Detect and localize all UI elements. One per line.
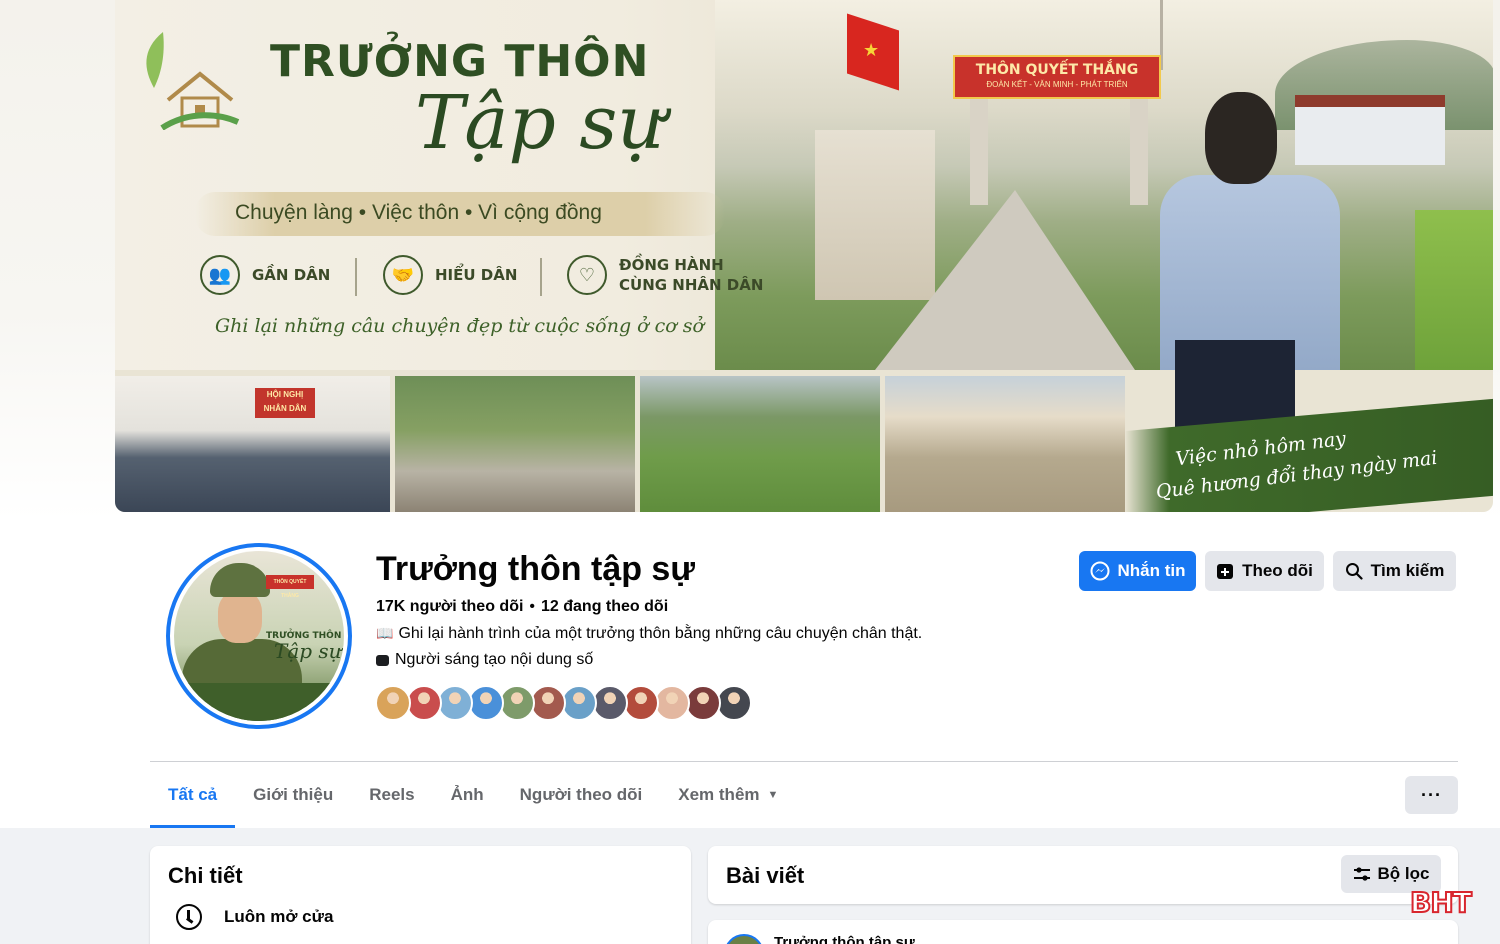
- follow-stats: 17K người theo dõi • 12 đang theo dõi: [376, 598, 668, 616]
- people-group-icon: 👥: [200, 255, 240, 295]
- photo-cultural-house: [885, 376, 1125, 512]
- pillar-divider: [355, 258, 357, 296]
- tab-label: Tất cả: [168, 785, 218, 804]
- tab-label: Xem thêm: [678, 785, 760, 804]
- avatar-image: THÔN QUYẾT THẮNG TRƯỞNG THÔN Tập sự: [174, 551, 344, 721]
- village-gate-sign: THÔN QUYẾT THẮNG ĐOÀN KẾT - VĂN MINH - P…: [953, 55, 1161, 99]
- follower-avatar[interactable]: [561, 685, 597, 721]
- follower-avatar[interactable]: [592, 685, 628, 721]
- followers-count[interactable]: 17K người theo dõi: [376, 598, 523, 615]
- tab-label: Ảnh: [450, 785, 484, 804]
- follower-avatar[interactable]: [530, 685, 566, 721]
- tab-all[interactable]: Tất cả: [150, 762, 236, 828]
- flag-star-icon: ★: [863, 40, 880, 60]
- tab-see-more[interactable]: Xem thêm ▼: [660, 762, 796, 828]
- follow-button[interactable]: Theo dõi: [1205, 551, 1324, 591]
- photo-village-aerial: [640, 376, 880, 512]
- photo-road-work: [395, 376, 635, 512]
- handshake-icon: 🤝: [383, 255, 423, 295]
- tab-label: Giới thiệu: [253, 785, 334, 804]
- pillar-label: ĐỒNG HÀNH CÙNG NHÂN DÂN: [619, 256, 764, 294]
- message-button-label: Nhắn tin: [1117, 561, 1186, 580]
- filter-sliders-icon: [1353, 867, 1370, 881]
- cover-tagline: Chuyện làng • Việc thôn • Vì cộng đồng: [235, 201, 602, 224]
- cover-rice-field: [1415, 210, 1493, 370]
- heart-hands-icon: ♡: [567, 255, 607, 295]
- camera-icon: [376, 654, 389, 666]
- follower-avatar[interactable]: [437, 685, 473, 721]
- gate-sign-title: THÔN QUYẾT THẮNG: [975, 62, 1139, 78]
- avatar-face: [218, 591, 262, 643]
- follower-avatars[interactable]: [375, 685, 752, 721]
- category: Người sáng tạo nội dung số: [376, 651, 593, 669]
- search-button-label: Tìm kiếm: [1370, 561, 1445, 580]
- pillar-hieu-dan: 🤝 HIỂU DÂN: [383, 255, 517, 295]
- cover-man-head: [1205, 92, 1277, 184]
- house-logo-icon: [160, 71, 240, 130]
- filter-button-label: Bộ lọc: [1377, 864, 1430, 883]
- caret-down-icon: ▼: [767, 789, 779, 801]
- search-icon: [1345, 563, 1363, 580]
- clock-icon: [176, 904, 202, 930]
- avatar-footer: [174, 683, 344, 721]
- tab-reels[interactable]: Reels: [351, 762, 432, 828]
- message-button[interactable]: Nhắn tin: [1079, 551, 1196, 591]
- follower-avatar[interactable]: [499, 685, 535, 721]
- photo-meeting: HỘI NGHỊ NHÂN DÂN: [115, 376, 390, 512]
- more-options-button[interactable]: ···: [1405, 776, 1458, 814]
- cover-house: [1295, 95, 1445, 165]
- follow-button-label: Theo dõi: [1242, 561, 1313, 580]
- bio: 📖 Ghi lại hành trình của một trưởng thôn …: [376, 625, 922, 643]
- hours-text: Luôn mở cửa: [224, 907, 334, 926]
- follower-avatar[interactable]: [654, 685, 690, 721]
- pillar-label: GẦN DÂN: [252, 266, 331, 284]
- hours-row: Luôn mở cửa: [176, 904, 333, 930]
- tab-about[interactable]: Giới thiệu: [235, 762, 351, 828]
- pillar-gan-dan: 👥 GẦN DÂN: [200, 255, 330, 295]
- search-button[interactable]: Tìm kiếm: [1333, 551, 1456, 591]
- cover-title-script: Tập sự: [415, 80, 666, 166]
- bio-text: Ghi lại hành trình của một trưởng thôn b…: [398, 625, 923, 642]
- details-card: Chi tiết Luôn mở cửa: [150, 846, 691, 944]
- post-author-avatar[interactable]: [724, 934, 764, 944]
- cover-slogan: Ghi lại những câu chuyện đẹp từ cuộc sốn…: [215, 315, 704, 337]
- gate-sign-subtitle: ĐOÀN KẾT - VĂN MINH - PHÁT TRIỂN: [986, 80, 1128, 89]
- follower-avatar[interactable]: [623, 685, 659, 721]
- avatar-title-script: Tập sự: [274, 639, 342, 663]
- cover-road: [875, 190, 1135, 370]
- cover-photo[interactable]: THÔN QUYẾT THẮNG ĐOÀN KẾT - VĂN MINH - P…: [115, 0, 1493, 512]
- meeting-banner: HỘI NGHỊ NHÂN DÂN: [255, 388, 315, 418]
- pillar-divider: [540, 258, 542, 296]
- messenger-icon: [1090, 561, 1109, 581]
- tab-label: Người theo dõi: [519, 785, 643, 804]
- pillar-label: HIỂU DÂN: [435, 266, 518, 284]
- follower-avatar[interactable]: [716, 685, 752, 721]
- tab-label: Reels: [369, 785, 415, 804]
- tab-photos[interactable]: Ảnh: [433, 762, 502, 828]
- post-card: Trưởng thôn tập sự: [708, 920, 1458, 944]
- category-text: Người sáng tạo nội dung số: [395, 651, 594, 668]
- tab-followers[interactable]: Người theo dõi: [502, 762, 661, 828]
- follower-avatar[interactable]: [406, 685, 442, 721]
- posts-title: Bài viết: [726, 863, 805, 888]
- watermark-logo: BHT: [1409, 885, 1473, 920]
- profile-avatar[interactable]: THÔN QUYẾT THẮNG TRƯỞNG THÔN Tập sự: [166, 543, 352, 729]
- follow-icon: [1217, 564, 1234, 579]
- page-title[interactable]: Trưởng thôn tập sự: [376, 550, 695, 589]
- book-icon: 📖: [376, 625, 394, 641]
- details-title: Chi tiết: [168, 863, 243, 888]
- pillar-dong-hanh: ♡ ĐỒNG HÀNH CÙNG NHÂN DÂN: [567, 255, 763, 295]
- dot-separator: •: [529, 598, 536, 615]
- following-count[interactable]: 12 đang theo dõi: [541, 598, 668, 615]
- follower-avatar[interactable]: [375, 685, 411, 721]
- posts-header-card: Bài viết Bộ lọc: [708, 846, 1458, 904]
- follower-avatar[interactable]: [468, 685, 504, 721]
- profile-tabs: Tất cả Giới thiệu Reels Ảnh Người theo d…: [150, 762, 796, 828]
- avatar-helmet: [210, 563, 270, 597]
- follower-avatar[interactable]: [685, 685, 721, 721]
- post-author-name[interactable]: Trưởng thôn tập sự: [774, 934, 915, 944]
- avatar-gate-sign: THÔN QUYẾT THẮNG: [266, 575, 314, 599]
